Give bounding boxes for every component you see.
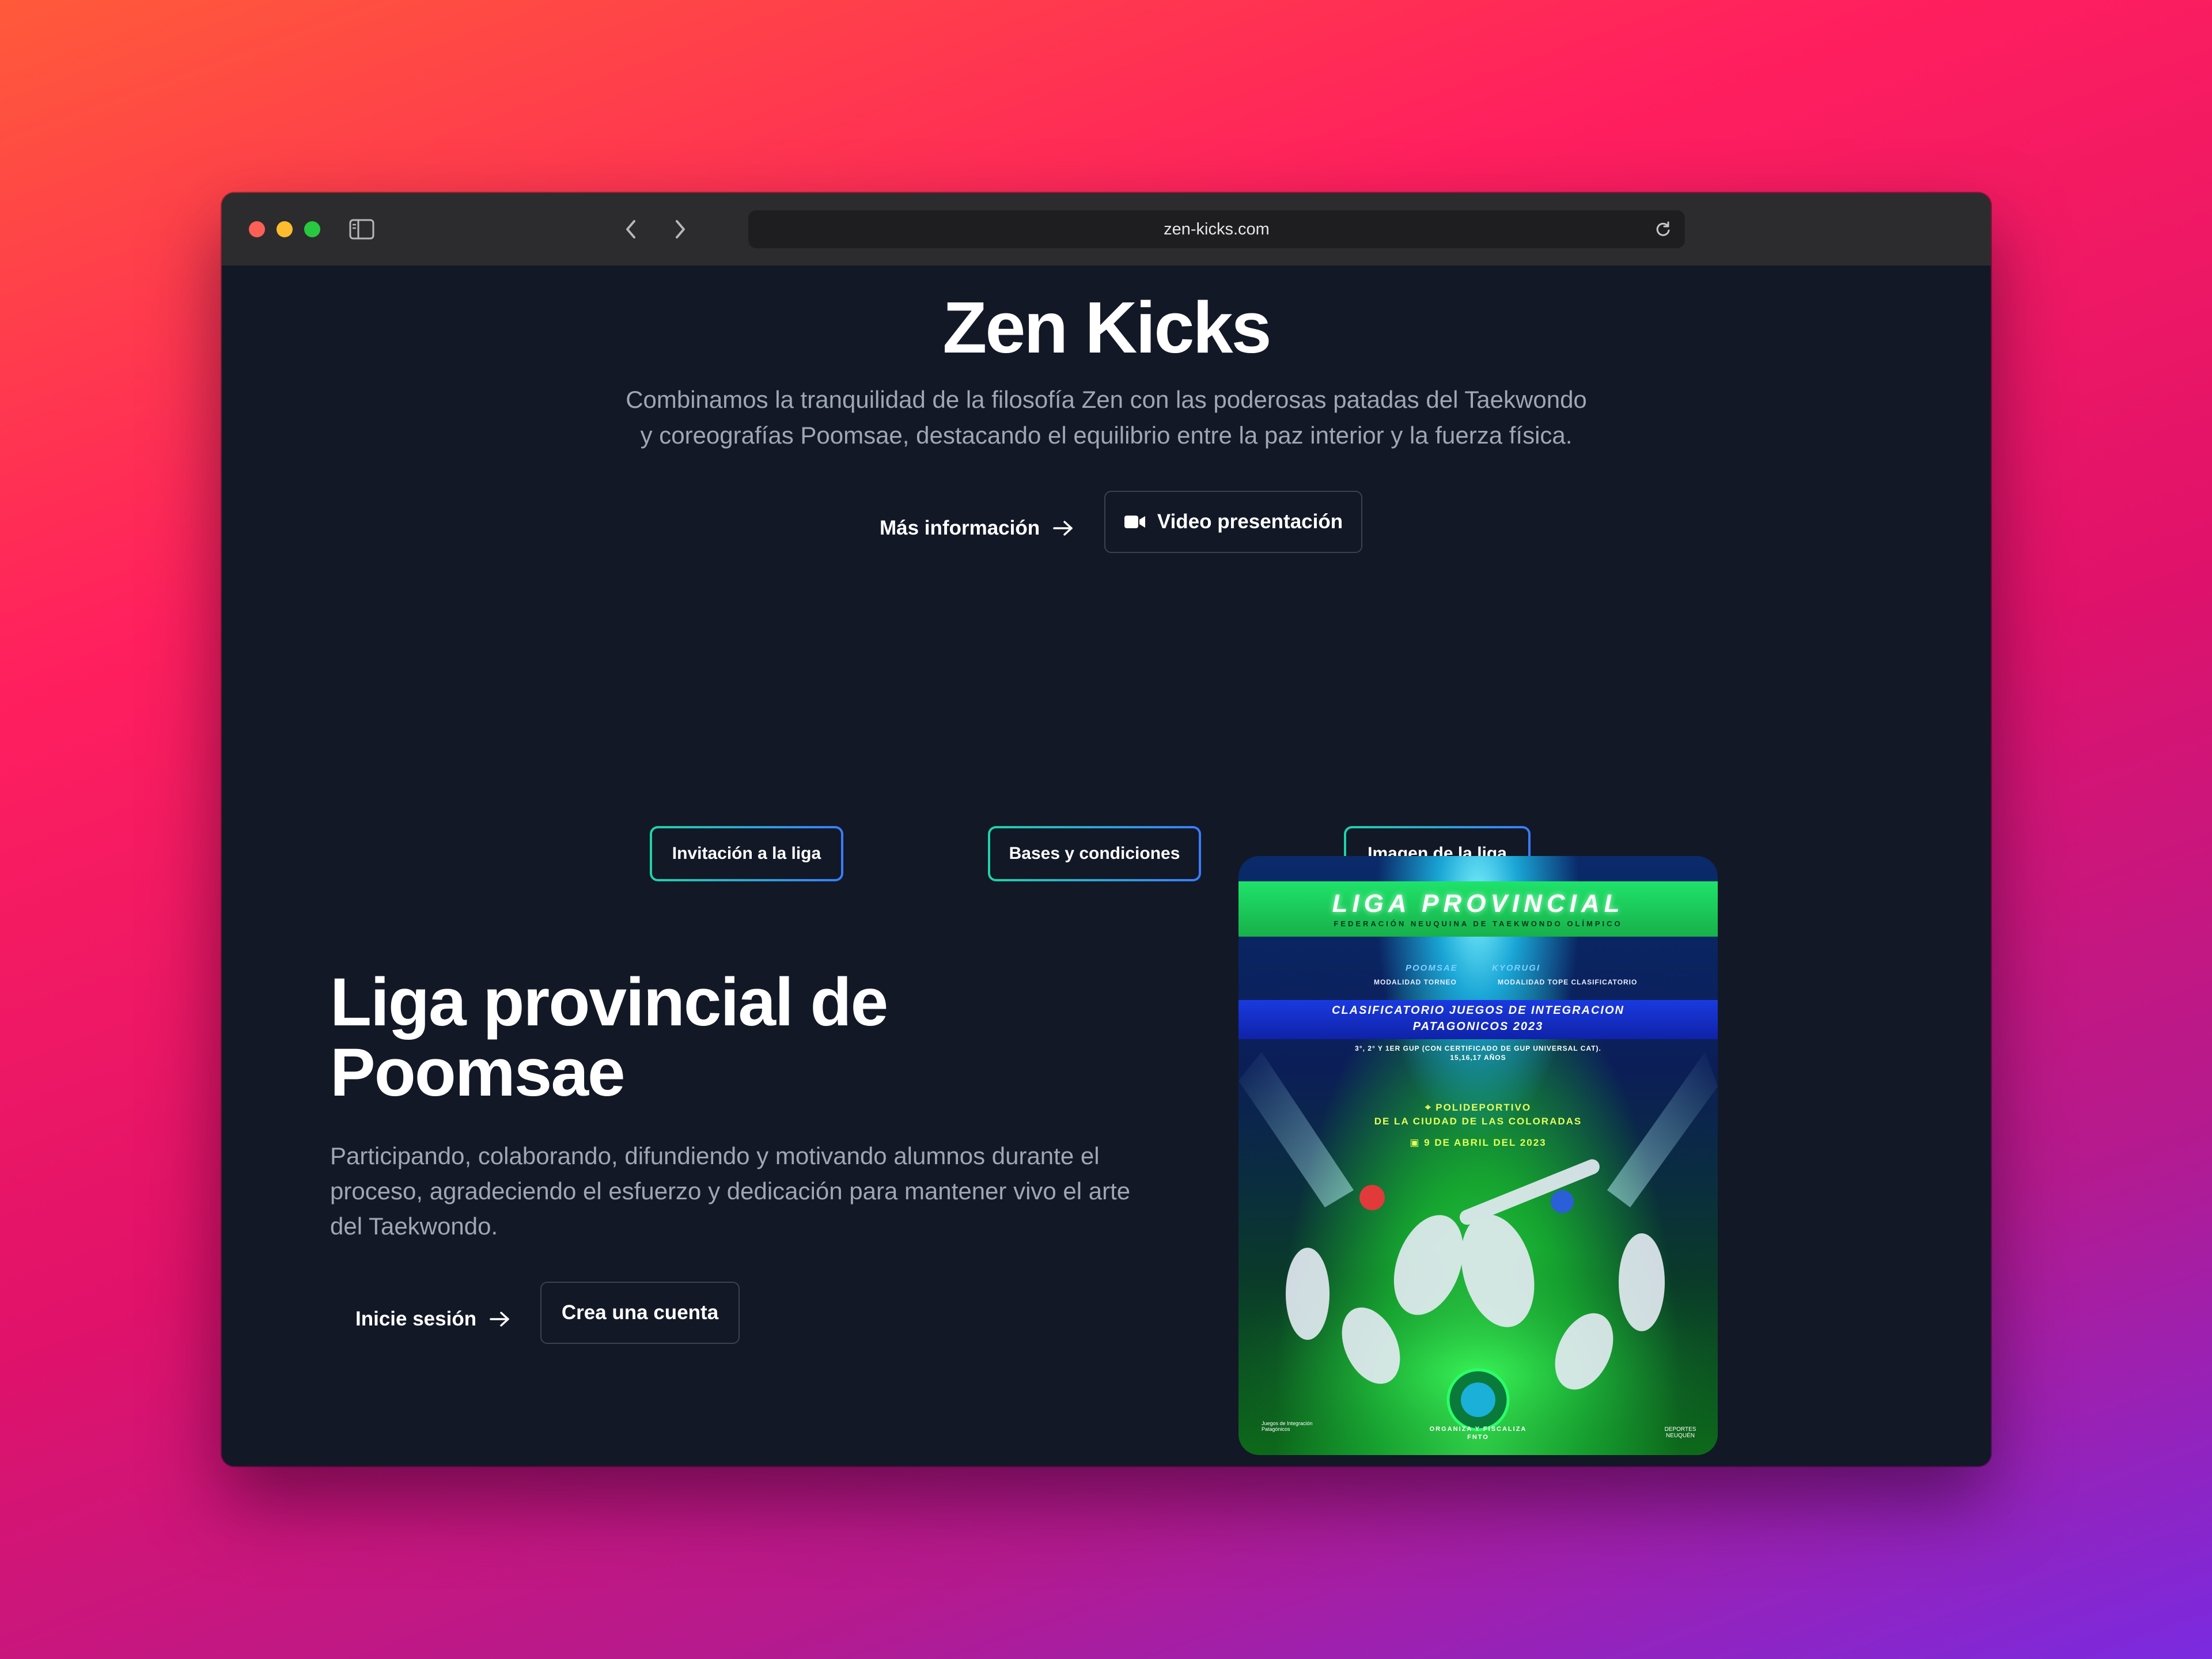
section-title-line-1: Liga provincial de (330, 964, 888, 1040)
poster-venue: ⌖ POLIDEPORTIVO DE LA CIUDAD DE LAS COLO… (1238, 1101, 1718, 1128)
poster-categories: 3°, 2° Y 1ER GUP (CON CERTIFICADO DE GUP… (1238, 1044, 1718, 1062)
poster-qualifier-line-2: PATAGONICOS 2023 (1412, 1020, 1544, 1033)
calendar-icon: ▣ (1410, 1137, 1425, 1148)
poster-categories-line-1: 3°, 2° Y 1ER GUP (CON CERTIFICADO DE GUP… (1355, 1044, 1601, 1052)
hero-description: Combinamos la tranquilidad de la filosof… (556, 382, 1657, 453)
poster-logo-left: Juegos de Integración Patagónicos (1262, 1421, 1313, 1432)
forward-arrow-icon[interactable] (663, 213, 696, 246)
video-presentation-button[interactable]: Video presentación (1104, 491, 1362, 553)
create-account-label: Crea una cuenta (561, 1301, 719, 1324)
poster-mode-left: POOMSAE (1406, 963, 1458, 973)
hero-description-line-1: Combinamos la tranquilidad de la filosof… (626, 386, 1587, 413)
poster-mode-left-sub: MODALIDAD TORNEO (1374, 978, 1457, 986)
login-label: Inicie sesión (355, 1308, 477, 1330)
hero-title: Zen Kicks (942, 287, 1271, 368)
poster-organizer-line-2: FNTO (1467, 1434, 1489, 1441)
page-content: Zen Kicks Combinamos la tranquilidad de … (222, 266, 1991, 1466)
reload-icon[interactable] (1652, 218, 1675, 241)
poster-title: LIGA PROVINCIAL (1332, 889, 1624, 918)
sidebar-toggle-icon[interactable] (345, 213, 378, 246)
league-invitation-button[interactable]: Invitación a la liga (650, 826, 843, 881)
more-info-link[interactable]: Más información (880, 509, 1074, 547)
arrow-right-icon (490, 1312, 509, 1327)
video-camera-icon (1124, 516, 1145, 528)
poster-venue-line-2: DE LA CIUDAD DE LAS COLORADAS (1374, 1116, 1582, 1127)
section-title: Liga provincial de Poomsae (330, 967, 1194, 1108)
arrow-right-icon (1053, 521, 1073, 536)
league-rules-button[interactable]: Bases y condiciones (988, 826, 1201, 881)
close-window-button[interactable] (249, 221, 265, 237)
location-pin-icon: ⌖ (1425, 1102, 1436, 1113)
minimize-window-button[interactable] (276, 221, 293, 237)
browser-window: zen-kicks.com Zen Kicks Combinamos la tr… (222, 193, 1991, 1466)
poster-venue-line-1: POLIDEPORTIVO (1435, 1102, 1532, 1113)
section-description: Participando, colaborando, difundiendo y… (330, 1142, 1131, 1240)
poster-date: ▣ 9 DE ABRIL DEL 2023 (1238, 1137, 1718, 1149)
browser-toolbar: zen-kicks.com (222, 193, 1991, 267)
poster-qualifier-line-1: CLASIFICATORIO JUEGOS DE INTEGRACION (1332, 1004, 1624, 1017)
create-account-button[interactable]: Crea una cuenta (540, 1282, 740, 1344)
hero-description-line-2: y coreografías Poomsae, destacando el eq… (640, 422, 1573, 449)
address-bar[interactable]: zen-kicks.com (748, 210, 1685, 248)
league-poster-image: LIGA PROVINCIAL FEDERACIÓN NEUQUINA DE T… (1238, 856, 1718, 1455)
league-invitation-label: Invitación a la liga (672, 844, 821, 863)
league-rules-label: Bases y condiciones (1009, 844, 1180, 863)
section-title-line-2: Poomsae (330, 1035, 626, 1111)
more-info-label: Más información (880, 517, 1040, 539)
video-presentation-label: Video presentación (1157, 510, 1343, 533)
poster-qualifier: CLASIFICATORIO JUEGOS DE INTEGRACION PAT… (1238, 1002, 1718, 1035)
poster-date-text: 9 DE ABRIL DEL 2023 (1424, 1137, 1547, 1148)
poster-categories-line-2: 15,16,17 AÑOS (1450, 1054, 1506, 1062)
poster-organizer-line-1: ORGANIZA Y FISCALIZA (1429, 1426, 1527, 1433)
login-link[interactable]: Inicie sesión (355, 1300, 511, 1338)
poster-federation: FEDERACIÓN NEUQUINA DE TAEKWONDO OLÍMPIC… (1334, 919, 1623, 928)
url-text: zen-kicks.com (1164, 220, 1270, 238)
maximize-window-button[interactable] (304, 221, 320, 237)
poster-spotlight-left (1238, 1052, 1718, 1455)
poster-logo-right: DEPORTES NEUQUÉN (1664, 1426, 1696, 1439)
poster-mode-right-sub: MODALIDAD TOPE CLASIFICATORIO (1498, 978, 1638, 986)
poster-mode-right: KYORUGI (1492, 963, 1541, 973)
back-arrow-icon[interactable] (615, 213, 648, 246)
